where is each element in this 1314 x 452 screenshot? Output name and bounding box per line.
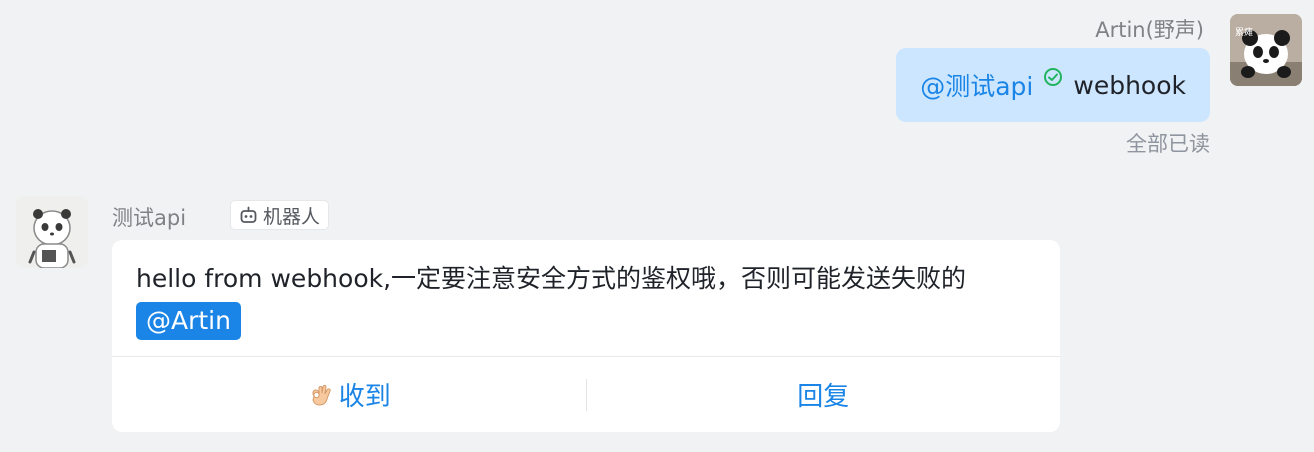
- incoming-sender-name[interactable]: 测试api: [112, 202, 186, 232]
- bot-badge-label: 机器人: [263, 205, 321, 228]
- ok-hand-icon: [307, 382, 333, 408]
- reply-button[interactable]: 回复: [587, 357, 1061, 432]
- card-actions: 收到 回复: [112, 357, 1060, 432]
- outgoing-message-text: webhook: [1073, 70, 1186, 100]
- check-circle-icon: [1043, 67, 1063, 87]
- outgoing-sender-name: Artin(野声): [1095, 18, 1204, 42]
- read-status[interactable]: 全部已读: [1126, 128, 1210, 158]
- message-card: hello from webhook,一定要注意安全方式的鉴权哦，否则可能发送失…: [112, 240, 1060, 432]
- avatar-caption: 累瘫: [1235, 26, 1253, 38]
- reply-button-label: 回复: [797, 382, 850, 412]
- robot-icon: [239, 206, 258, 225]
- ack-button-label: 收到: [338, 382, 391, 412]
- mention-link-bot[interactable]: @测试api: [920, 67, 1033, 103]
- mention-chip-user[interactable]: @Artin: [136, 302, 241, 340]
- message-card-body: hello from webhook,一定要注意安全方式的鉴权哦，否则可能发送失…: [112, 240, 1060, 356]
- ack-button[interactable]: 收到: [112, 357, 586, 432]
- panda-sketch-avatar-image: [16, 196, 88, 268]
- chat-window: Artin(野声) 累瘫 @测试api webhook 全部已读 测试api 机…: [0, 0, 1314, 452]
- outgoing-message-bubble[interactable]: @测试api webhook: [896, 48, 1210, 122]
- bot-badge: 机器人: [230, 200, 330, 230]
- panda-avatar-image: 累瘫: [1230, 14, 1302, 86]
- message-text: hello from webhook,一定要注意安全方式的鉴权哦，否则可能发送失…: [136, 264, 967, 293]
- incoming-avatar[interactable]: [16, 196, 88, 268]
- outgoing-avatar[interactable]: 累瘫: [1230, 14, 1302, 86]
